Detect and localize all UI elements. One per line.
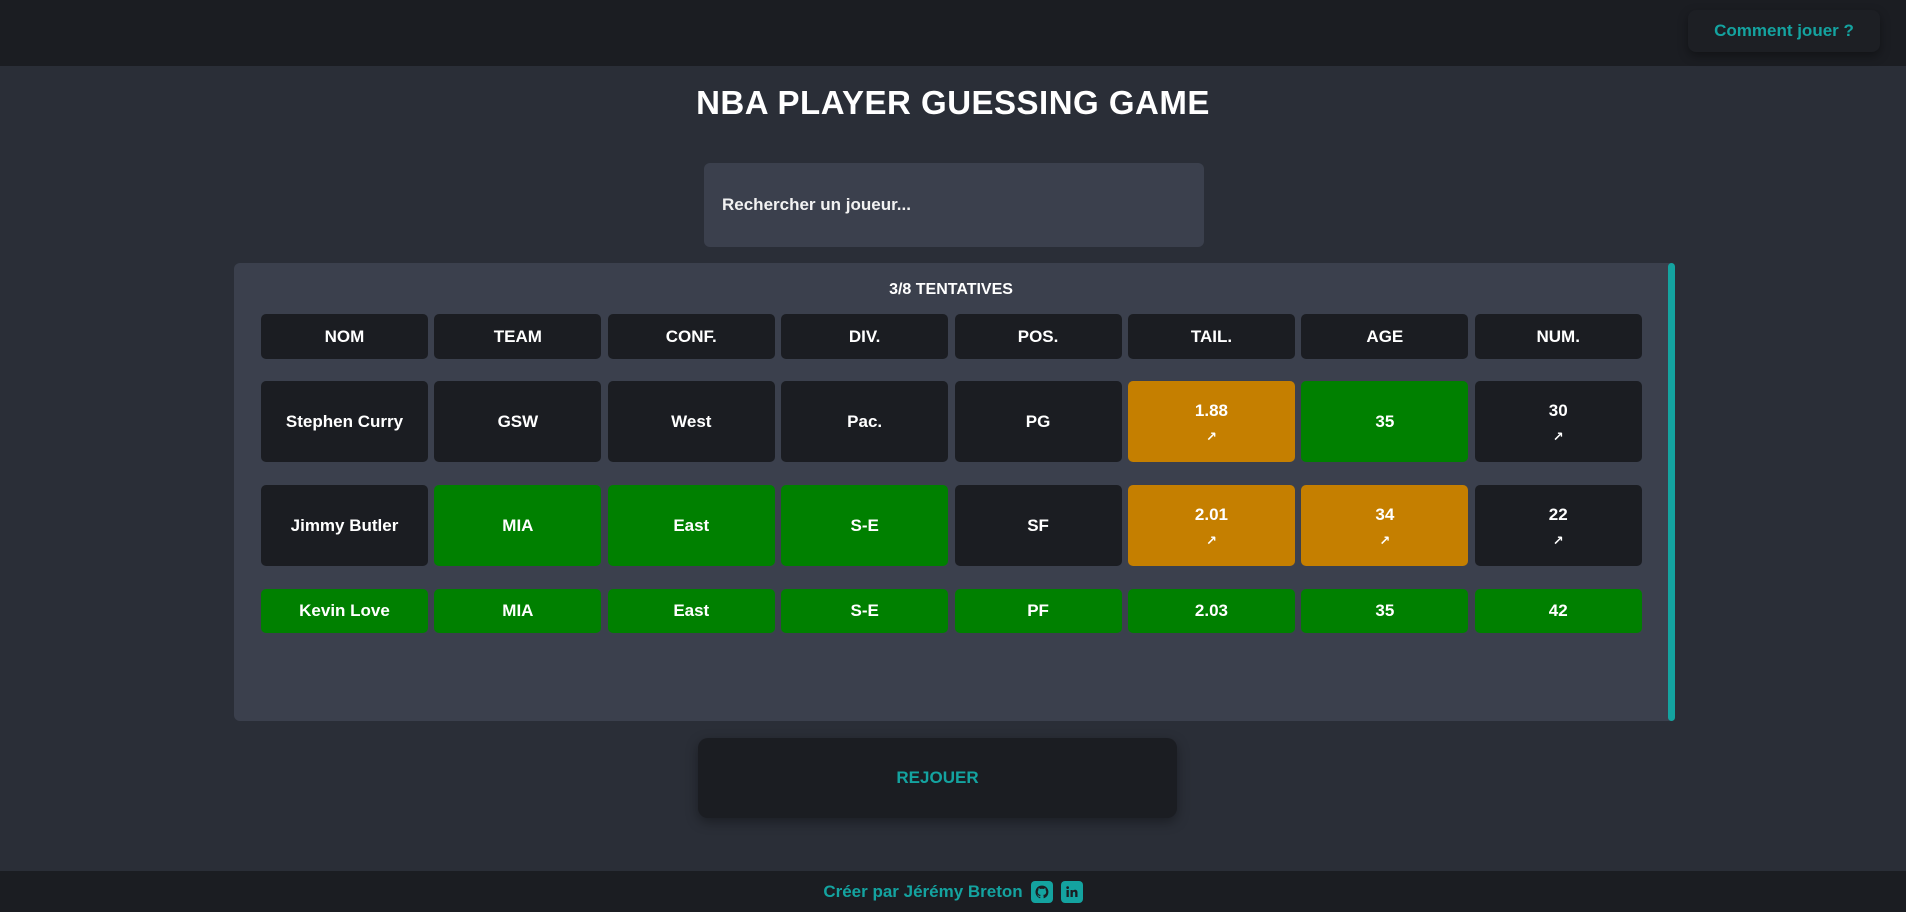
guess-cell: East [607, 589, 775, 633]
guess-cell-value: Jimmy Butler [290, 515, 399, 535]
guess-cell: PG [954, 381, 1122, 462]
how-to-play-button[interactable]: Comment jouer ? [1688, 10, 1880, 52]
guess-cell-value: East [673, 601, 710, 620]
guess-cell: East [607, 485, 775, 566]
guesses-panel: 3/8 TENTATIVES NOM TEAM CONF. DIV. POS. … [234, 263, 1675, 721]
guess-cell-value: 22 [1548, 504, 1568, 524]
guess-cell-value: 34 [1375, 504, 1395, 524]
table-header: NOM TEAM CONF. DIV. POS. TAIL. AGE NUM. [261, 314, 1642, 359]
guess-cell-value: PF [1027, 601, 1049, 620]
guess-cell: 22 ↗ [1474, 485, 1642, 566]
arrow-up-right-icon: ↗ [1552, 532, 1564, 548]
guess-cell-value: 30 [1548, 400, 1568, 420]
guess-cell: 35 [1301, 381, 1469, 462]
guess-cell: MIA [434, 589, 602, 633]
guess-cell: 30 ↗ [1474, 381, 1642, 462]
guess-cell-value: West [671, 411, 712, 431]
guess-cell-value: Kevin Love [299, 601, 390, 620]
guess-cell: Stephen Curry [261, 381, 428, 462]
top-bar: Comment jouer ? [0, 0, 1906, 66]
guess-cell-value: SF [1027, 515, 1049, 535]
guess-cell: 2.03 [1127, 589, 1295, 633]
column-header: CONF. [607, 314, 775, 359]
guess-cell: Jimmy Butler [261, 485, 428, 566]
footer-credit: Créer par Jérémy Breton [823, 881, 1023, 901]
guess-cell-value: 35 [1375, 411, 1395, 431]
guess-cell-value: 35 [1375, 601, 1395, 620]
column-header: TAIL. [1127, 314, 1295, 359]
guess-cell-value: S-E [850, 515, 879, 535]
scrollbar[interactable] [1668, 263, 1675, 721]
column-header: NOM [261, 314, 428, 359]
arrow-up-right-icon: ↗ [1552, 428, 1564, 444]
guess-cell: S-E [781, 589, 949, 633]
guess-row: Stephen Curry GSW West Pac. PG 1.88 ↗ 35 30 ↗ [261, 381, 1642, 462]
replay-button[interactable]: REJOUER [698, 738, 1177, 818]
arrow-up-right-icon: ↗ [1206, 532, 1217, 548]
guess-cell-value: 1.88 [1194, 400, 1228, 420]
player-search-input[interactable] [704, 163, 1204, 247]
github-icon[interactable] [1030, 880, 1053, 903]
linkedin-icon[interactable] [1060, 880, 1083, 903]
guess-cell-value: GSW [497, 411, 539, 431]
guess-cell-value: 2.03 [1194, 601, 1228, 620]
column-header: NUM. [1474, 314, 1642, 359]
guess-cell: SF [954, 485, 1122, 566]
guess-cell: Pac. [781, 381, 949, 462]
guess-cell: 1.88 ↗ [1127, 381, 1295, 462]
arrow-up-right-icon: ↗ [1379, 532, 1391, 548]
guess-cell-value: MIA [502, 601, 534, 620]
guess-cell-value: S-E [850, 601, 879, 620]
guess-cell: 42 [1474, 589, 1642, 633]
column-header: TEAM [434, 314, 602, 359]
guess-cell-value: 42 [1548, 601, 1568, 620]
guess-cell-value: East [673, 515, 710, 535]
page-title: NBA PLAYER GUESSING GAME [696, 84, 1210, 121]
column-header: DIV. [781, 314, 949, 359]
footer: Créer par Jérémy Breton [0, 871, 1906, 912]
guess-cell: GSW [434, 381, 602, 462]
attempts-counter: 3/8 TENTATIVES [889, 281, 1013, 298]
guess-cell-value: 2.01 [1194, 504, 1228, 524]
guess-cell-value: Pac. [847, 411, 883, 431]
column-header: AGE [1301, 314, 1469, 359]
guess-cell: MIA [434, 485, 602, 566]
guess-cell: PF [954, 589, 1122, 633]
guess-cell-value: PG [1025, 411, 1051, 431]
guess-cell: Kevin Love [261, 589, 428, 633]
guess-cell-value: MIA [502, 515, 534, 535]
guess-cell: 34 ↗ [1301, 485, 1469, 566]
arrow-up-right-icon: ↗ [1206, 428, 1217, 444]
guess-cell: S-E [781, 485, 949, 566]
guess-cell-value: Stephen Curry [285, 411, 404, 431]
guess-row: Kevin Love MIA East S-E PF 2.03 35 42 [261, 589, 1642, 633]
guess-cell: 2.01 ↗ [1127, 485, 1295, 566]
guess-cell: 35 [1301, 589, 1469, 633]
column-header: POS. [954, 314, 1122, 359]
guess-row: Jimmy Butler MIA East S-E SF 2.01 ↗ 34 ↗ 22 ↗ [261, 485, 1642, 566]
guess-cell: West [607, 381, 775, 462]
